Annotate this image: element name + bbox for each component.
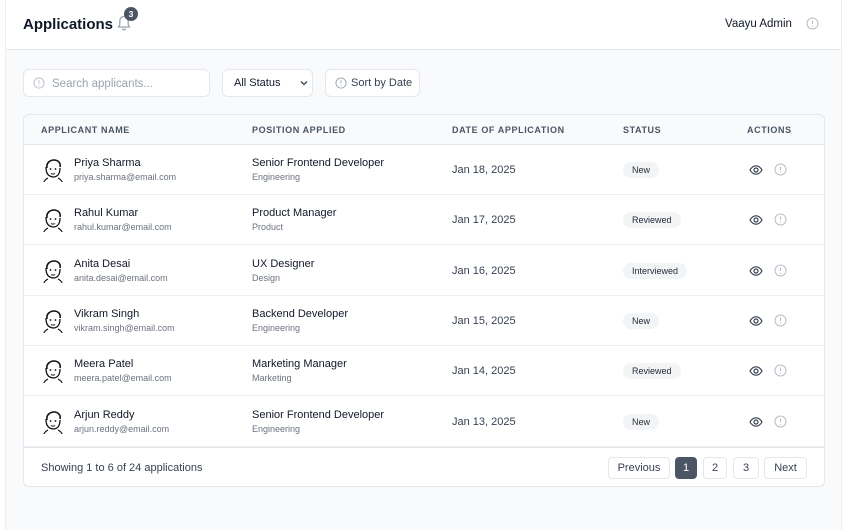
status-badge: New [623, 162, 660, 178]
position-department: Engineering [252, 423, 301, 434]
applicant-name[interactable]: Rahul Kumar [74, 207, 138, 219]
next-page-button[interactable]: Next [764, 457, 807, 479]
position-department: Marketing [252, 373, 292, 384]
column-header-status[interactable]: STATUS [623, 125, 661, 135]
position-department: Engineering [252, 172, 301, 182]
application-date: Jan 16, 2025 [452, 264, 516, 277]
status-badge: New [623, 413, 660, 430]
column-header-applicant[interactable]: APPLICANT NAME [41, 125, 130, 135]
position-title: Product Manager [252, 207, 337, 220]
sort-by-date-button[interactable]: Sort by Date [325, 69, 420, 97]
search-box[interactable] [23, 69, 210, 97]
applicant-email: meera.patel@email.com [74, 373, 172, 384]
view-eye-icon[interactable] [749, 163, 763, 180]
applicant-name[interactable]: Priya Sharma [74, 157, 141, 169]
position-title: Senior Frontend Developer [252, 408, 385, 421]
sort-label: Sort by Date [351, 77, 413, 89]
avatar [40, 207, 66, 233]
more-info-icon[interactable] [774, 314, 787, 330]
avatar [40, 308, 66, 334]
applicant-email: priya.sharma@email.com [74, 172, 177, 182]
page-title: Applications [23, 16, 114, 33]
more-info-icon[interactable] [774, 213, 787, 229]
info-circle-icon[interactable] [806, 17, 819, 30]
applications-table: APPLICANT NAME POSITION APPLIED DATE OF … [23, 114, 825, 487]
applicant-name[interactable]: Anita Desai [74, 258, 130, 270]
app-frame: Applications 3 Vaayu Admin All Status [5, 0, 842, 530]
search-input[interactable] [52, 75, 202, 92]
info-circle-icon [335, 77, 347, 89]
status-badge: New [623, 312, 660, 329]
column-header-date[interactable]: DATE OF APPLICATION [452, 125, 565, 135]
column-header-actions: ACTIONS [747, 125, 792, 135]
view-eye-icon[interactable] [749, 213, 763, 230]
position-department: Engineering [252, 322, 301, 333]
page-button-1[interactable]: 1 [675, 457, 697, 479]
avatar [40, 157, 66, 183]
page-button-2[interactable]: 2 [703, 457, 727, 479]
chevron-down-icon [300, 81, 308, 86]
applicant-email: rahul.kumar@email.com [74, 222, 172, 233]
applicant-name[interactable]: Meera Patel [74, 358, 133, 370]
column-header-position[interactable]: POSITION APPLIED [252, 125, 346, 135]
notification-badge: 3 [124, 7, 138, 21]
position-title: Backend Developer [252, 307, 349, 320]
status-filter-select[interactable]: All Status [222, 69, 313, 97]
application-date: Jan 13, 2025 [452, 415, 516, 428]
application-date: Jan 15, 2025 [452, 314, 516, 327]
page-button-3[interactable]: 3 [733, 457, 759, 479]
search-icon [33, 77, 45, 89]
applicant-email: anita.desai@email.com [74, 272, 168, 283]
pagination-summary: Showing 1 to 6 of 24 applications [41, 462, 203, 474]
previous-page-button[interactable]: Previous [608, 457, 670, 479]
application-date: Jan 14, 2025 [452, 365, 516, 378]
avatar [40, 358, 66, 384]
applicant-email: arjun.reddy@email.com [74, 423, 170, 434]
application-date: Jan 17, 2025 [452, 214, 516, 227]
applicant-name[interactable]: Arjun Reddy [74, 409, 135, 421]
more-info-icon[interactable] [774, 364, 787, 380]
avatar [40, 258, 66, 284]
more-info-icon[interactable] [774, 415, 787, 431]
table-row[interactable]: Anita Desai anita.desai@email.com UX Desig… [24, 246, 824, 296]
applicant-email: vikram.singh@email.com [74, 322, 175, 333]
table-header: APPLICANT NAME POSITION APPLIED DATE OF … [24, 115, 824, 145]
view-eye-icon[interactable] [749, 264, 763, 281]
more-info-icon[interactable] [774, 264, 787, 280]
position-title: Marketing Manager [252, 358, 347, 371]
avatar [40, 409, 66, 435]
pagination-bar: Showing 1 to 6 of 24 applications Previo… [24, 447, 824, 486]
top-bar: Applications 3 Vaayu Admin [6, 0, 841, 50]
table-row[interactable]: Arjun Reddy arjun.reddy@email.com Senior F… [24, 397, 824, 447]
table-row[interactable]: Meera Patel meera.patel@email.com Marketin… [24, 346, 824, 397]
status-badge: Interviewed [623, 262, 688, 279]
view-eye-icon[interactable] [749, 364, 763, 381]
user-name[interactable]: Vaayu Admin [725, 18, 792, 30]
view-eye-icon[interactable] [749, 415, 763, 432]
table-row[interactable]: Vikram Singh vikram.singh@email.com Backen… [24, 296, 824, 346]
applicant-name[interactable]: Vikram Singh [74, 308, 139, 320]
position-title: Senior Frontend Developer [252, 157, 385, 169]
application-date: Jan 18, 2025 [452, 164, 516, 176]
position-department: Product [252, 222, 284, 233]
status-badge: Reviewed [623, 363, 681, 380]
status-filter-value: All Status [234, 77, 281, 89]
more-info-icon[interactable] [774, 163, 787, 179]
position-title: UX Designer [252, 257, 315, 270]
status-badge: Reviewed [623, 212, 681, 229]
view-eye-icon[interactable] [749, 314, 763, 331]
table-row[interactable]: Priya Sharma priya.sharma@email.com Senior… [24, 145, 824, 195]
table-row[interactable]: Rahul Kumar rahul.kumar@email.com Product … [24, 195, 824, 246]
position-department: Design [252, 272, 281, 283]
